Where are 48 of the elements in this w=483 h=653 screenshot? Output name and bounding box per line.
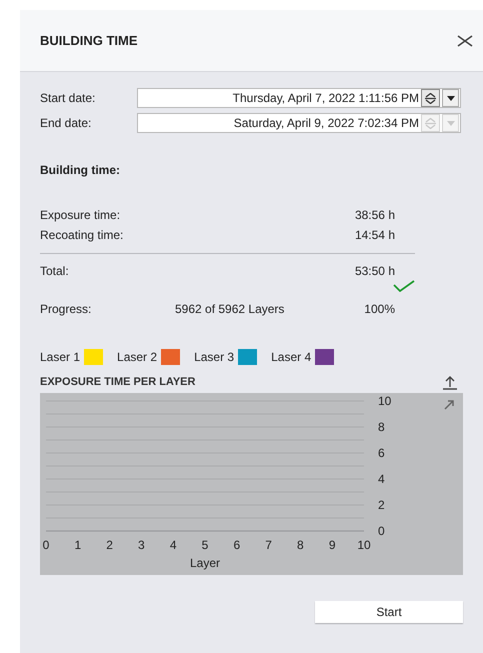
chart-title: EXPOSURE TIME PER LAYER xyxy=(40,375,196,390)
caret-icon xyxy=(446,120,454,126)
progress-layers: 5962 of 5962 Layers xyxy=(175,301,286,318)
progress-label: Progress: xyxy=(40,301,92,318)
section-heading: Building time: xyxy=(40,162,121,179)
x-axis-label: Layer xyxy=(190,556,220,570)
x-tick-label: 0 xyxy=(42,538,50,552)
x-tick-label: 3 xyxy=(138,538,145,552)
x-tick-label: 2 xyxy=(106,538,113,552)
total-label: Total: xyxy=(40,263,69,280)
start-button[interactable]: Start xyxy=(315,600,463,622)
time-label: Recoating time: xyxy=(40,227,124,244)
close-icon xyxy=(457,34,473,46)
up-down-icon xyxy=(425,118,436,128)
y-tick-label: 4 xyxy=(378,472,385,486)
spinner-buttons[interactable] xyxy=(421,89,440,107)
caret-icon xyxy=(446,96,454,100)
x-tick-label: 5 xyxy=(202,538,208,552)
legend-label: Laser 4 xyxy=(271,349,312,366)
legend-label: Laser 3 xyxy=(194,349,234,366)
dropdown-button[interactable] xyxy=(442,89,459,107)
export-button[interactable] xyxy=(441,374,459,390)
x-tick-label: 8 xyxy=(297,538,304,552)
y-tick-label: 6 xyxy=(378,446,385,460)
y-tick-label: 2 xyxy=(378,498,385,512)
date-label: End date: xyxy=(40,115,92,132)
x-tick-label: 9 xyxy=(328,538,336,552)
date-label: Start date: xyxy=(40,90,96,107)
y-tick-label: 8 xyxy=(378,420,385,434)
x-tick-label: 7 xyxy=(265,538,272,552)
time-label: Exposure time: xyxy=(40,207,120,224)
expand-icon[interactable] xyxy=(444,400,454,410)
legend-label: Laser 2 xyxy=(117,349,158,366)
legend-label: Laser 1 xyxy=(40,349,80,366)
up-down-icon xyxy=(425,92,436,104)
y-tick-label: 0 xyxy=(378,524,385,538)
time-value: 38:56 h xyxy=(354,207,396,224)
date-field[interactable]: Thursday, April 7, 2022 1:11:56 PM xyxy=(137,88,461,108)
total-value: 53:50 h xyxy=(354,263,396,280)
x-tick-label: 6 xyxy=(233,538,240,552)
x-tick-label: 1 xyxy=(74,538,82,552)
x-tick-label: 4 xyxy=(170,538,177,552)
time-value: 14:54 h xyxy=(354,227,396,244)
dialog-title: BUILDING TIME xyxy=(40,32,138,50)
export-icon xyxy=(442,376,458,390)
x-tick-label: 10 xyxy=(357,538,371,552)
y-tick-label: 10 xyxy=(378,394,392,408)
progress-percent: 100% xyxy=(363,301,396,318)
